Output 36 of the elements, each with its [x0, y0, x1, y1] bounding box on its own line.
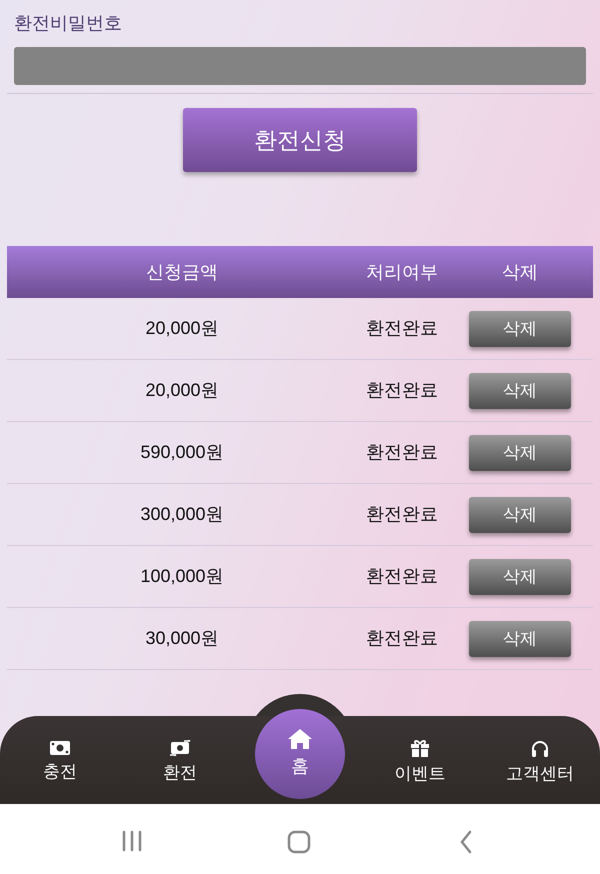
back-icon[interactable] — [459, 830, 473, 854]
delete-button[interactable]: 삭제 — [469, 620, 571, 656]
recent-apps-icon[interactable] — [121, 830, 143, 852]
headphones-icon — [531, 740, 549, 757]
delete-button[interactable]: 삭제 — [469, 496, 571, 532]
column-header: 처리여부 — [366, 260, 438, 284]
nav-tab[interactable]: 환전 — [163, 740, 197, 786]
house-icon — [287, 728, 313, 750]
submit-button[interactable]: 환전신청 — [183, 108, 417, 172]
delete-button[interactable]: 삭제 — [469, 372, 571, 408]
delete-button[interactable]: 삭제 — [469, 310, 571, 346]
field-label: 환전비밀번호 — [14, 12, 122, 35]
amount-cell-text: 30,000원 — [145, 627, 219, 650]
nav-tab[interactable]: 이벤트 — [394, 739, 446, 787]
status-cell-text: 환전완료 — [366, 565, 438, 588]
amount-cell-text: 100,000원 — [140, 565, 224, 588]
amount-cell-text: 20,000원 — [145, 317, 219, 340]
column-header: 삭제 — [502, 260, 538, 284]
banknote-icon — [50, 741, 70, 756]
home-icon[interactable] — [287, 830, 311, 854]
amount-cell-text: 20,000원 — [145, 379, 219, 402]
amount-cell-text: 590,000원 — [140, 441, 224, 464]
delete-button[interactable]: 삭제 — [469, 434, 571, 470]
status-cell-text: 환전완료 — [366, 441, 438, 464]
status-cell-text: 환전완료 — [366, 379, 438, 402]
column-header: 신청금액 — [146, 260, 218, 284]
status-cell-text: 환전완료 — [366, 317, 438, 340]
status-cell-text: 환전완료 — [366, 627, 438, 650]
nav-tab[interactable]: 충전 — [43, 741, 77, 785]
gift-icon — [410, 739, 430, 758]
money-exchange-icon — [169, 740, 191, 756]
nav-tab[interactable]: 고객센터 — [506, 740, 574, 786]
delete-button[interactable]: 삭제 — [469, 558, 571, 594]
status-cell-text: 환전완료 — [366, 503, 438, 526]
password-field[interactable] — [14, 47, 586, 85]
amount-cell-text: 300,000원 — [140, 503, 224, 526]
